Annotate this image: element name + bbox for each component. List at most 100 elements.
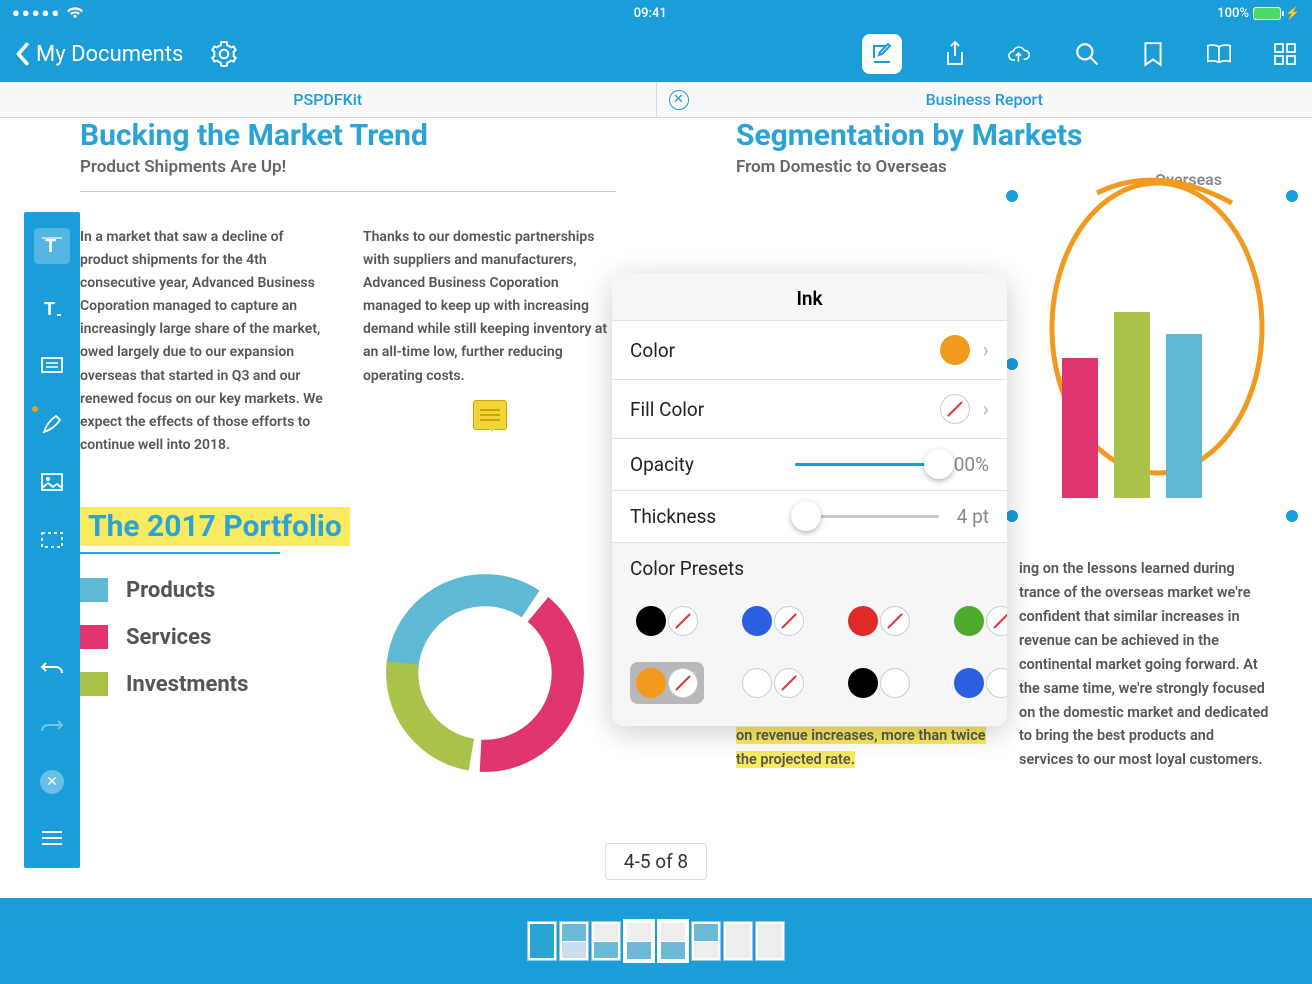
body-col-1: In a market that saw a decline of produc… bbox=[80, 226, 333, 457]
tab-bar: PSPDFKit ✕ Business Report bbox=[0, 82, 1312, 118]
tool-ink[interactable] bbox=[38, 410, 66, 438]
chevron-right-icon: › bbox=[982, 338, 989, 363]
ink-fillcolor-row[interactable]: Fill Color › bbox=[612, 379, 1007, 438]
ink-opacity-row: Opacity 100% bbox=[612, 438, 1007, 490]
svg-text:T: T bbox=[44, 299, 55, 320]
color-swatch bbox=[940, 335, 970, 365]
tool-text-highlight[interactable]: T bbox=[34, 228, 70, 264]
color-preset[interactable] bbox=[736, 600, 810, 642]
tab-left[interactable]: PSPDFKit bbox=[0, 82, 656, 117]
title-rule bbox=[80, 191, 616, 192]
legend-swatch bbox=[80, 672, 108, 696]
thickness-value: 4 pt bbox=[939, 505, 989, 528]
body-col-2: Thanks to our domestic partnerships with… bbox=[363, 226, 616, 457]
page-title-right: Segmentation by Markets bbox=[736, 118, 1272, 153]
undo-icon bbox=[40, 659, 64, 677]
page-title: Bucking the Market Trend bbox=[80, 118, 616, 153]
page-thumbnail[interactable] bbox=[691, 921, 721, 961]
legend-swatch bbox=[80, 578, 108, 602]
outline-button[interactable] bbox=[1206, 41, 1232, 67]
color-preset[interactable] bbox=[842, 600, 916, 642]
grid-button[interactable] bbox=[1272, 41, 1298, 67]
page-indicator: 4-5 of 8 bbox=[605, 843, 707, 880]
opacity-slider[interactable] bbox=[795, 463, 940, 466]
tool-redo[interactable] bbox=[38, 712, 66, 740]
cloud-upload-icon bbox=[1008, 43, 1034, 65]
battery-icon bbox=[1253, 7, 1281, 20]
tool-text[interactable]: T bbox=[38, 294, 66, 322]
tab-right[interactable]: ✕ Business Report bbox=[656, 82, 1312, 117]
tool-menu[interactable] bbox=[38, 824, 66, 852]
tool-note[interactable] bbox=[38, 352, 66, 380]
tool-close-button[interactable]: ✕ bbox=[40, 770, 64, 794]
nav-bar: My Documents bbox=[0, 26, 1312, 82]
ink-color-row[interactable]: Color › bbox=[612, 320, 1007, 379]
share-icon bbox=[943, 40, 967, 68]
color-preset[interactable] bbox=[630, 662, 704, 704]
status-time: 09:41 bbox=[634, 6, 667, 21]
edit-button[interactable] bbox=[862, 34, 902, 74]
text-highlight-icon: T bbox=[40, 234, 64, 258]
ink-thickness-row: Thickness 4 pt bbox=[612, 490, 1007, 543]
color-preset[interactable] bbox=[948, 600, 1007, 642]
page-thumbnail-current[interactable] bbox=[623, 919, 655, 963]
tool-image[interactable] bbox=[38, 468, 66, 496]
color-preset[interactable] bbox=[948, 662, 1007, 704]
battery-percent: 100% bbox=[1217, 6, 1249, 21]
signal-dots: ●●●●● bbox=[12, 5, 61, 21]
menu-icon bbox=[40, 830, 64, 846]
chart-bars bbox=[1062, 298, 1262, 498]
image-icon bbox=[40, 472, 64, 492]
color-preset[interactable] bbox=[630, 600, 704, 642]
tool-selection[interactable] bbox=[38, 526, 66, 554]
chevron-right-icon: › bbox=[982, 397, 989, 422]
portfolio-title: The 2017 Portfolio bbox=[80, 507, 350, 546]
ink-header: Ink bbox=[612, 273, 1007, 320]
note-annotation[interactable] bbox=[473, 400, 507, 430]
redo-icon bbox=[40, 717, 64, 735]
title-underline bbox=[80, 552, 280, 554]
thickness-slider[interactable] bbox=[795, 515, 940, 518]
bookmark-button[interactable] bbox=[1140, 41, 1166, 67]
page-thumbnail[interactable] bbox=[755, 921, 785, 961]
page-left: Bucking the Market Trend Product Shipmen… bbox=[0, 118, 656, 898]
page-thumbnail[interactable] bbox=[723, 921, 753, 961]
text-icon: T bbox=[40, 296, 64, 320]
cloud-button[interactable] bbox=[1008, 41, 1034, 67]
document-content: T T ✕ Bucking the Market Trend Product S… bbox=[0, 118, 1312, 898]
ink-icon bbox=[40, 412, 64, 436]
tab-label: PSPDFKit bbox=[293, 90, 362, 109]
color-preset[interactable] bbox=[842, 662, 916, 704]
search-icon bbox=[1074, 41, 1100, 67]
thumbnail-bar bbox=[0, 898, 1312, 984]
bar-1 bbox=[1062, 358, 1098, 498]
back-button[interactable]: My Documents bbox=[14, 42, 183, 67]
legend-label: Products bbox=[126, 578, 215, 603]
search-button[interactable] bbox=[1074, 41, 1100, 67]
legend-label: Services bbox=[126, 625, 211, 650]
page-thumbnail-current[interactable] bbox=[657, 919, 689, 963]
charging-icon: ⚡ bbox=[1285, 6, 1300, 20]
page-thumbnail[interactable] bbox=[559, 921, 589, 961]
share-button[interactable] bbox=[942, 41, 968, 67]
bar-2 bbox=[1114, 312, 1150, 498]
svg-text:T: T bbox=[45, 236, 56, 257]
tool-undo[interactable] bbox=[38, 654, 66, 682]
tab-label: Business Report bbox=[926, 90, 1043, 109]
donut-chart bbox=[370, 558, 600, 788]
presets-grid bbox=[612, 588, 1007, 726]
presets-header: Color Presets bbox=[612, 543, 1007, 588]
page-thumbnail[interactable] bbox=[527, 921, 557, 961]
legend-swatch bbox=[80, 625, 108, 649]
tab-close-button[interactable]: ✕ bbox=[669, 90, 689, 110]
gear-icon[interactable] bbox=[211, 41, 237, 67]
legend-label: Investments bbox=[126, 672, 248, 697]
page-thumbnail[interactable] bbox=[591, 921, 621, 961]
grid-icon bbox=[1273, 42, 1297, 66]
color-preset[interactable] bbox=[736, 662, 810, 704]
compose-icon bbox=[870, 42, 894, 66]
bar-3 bbox=[1166, 334, 1202, 498]
ink-inspector-popup: Ink Color › Fill Color › Opacity 100% Th… bbox=[612, 273, 1007, 726]
bar-chart-selection[interactable]: Overseas bbox=[1012, 178, 1292, 538]
note-icon bbox=[40, 356, 64, 376]
